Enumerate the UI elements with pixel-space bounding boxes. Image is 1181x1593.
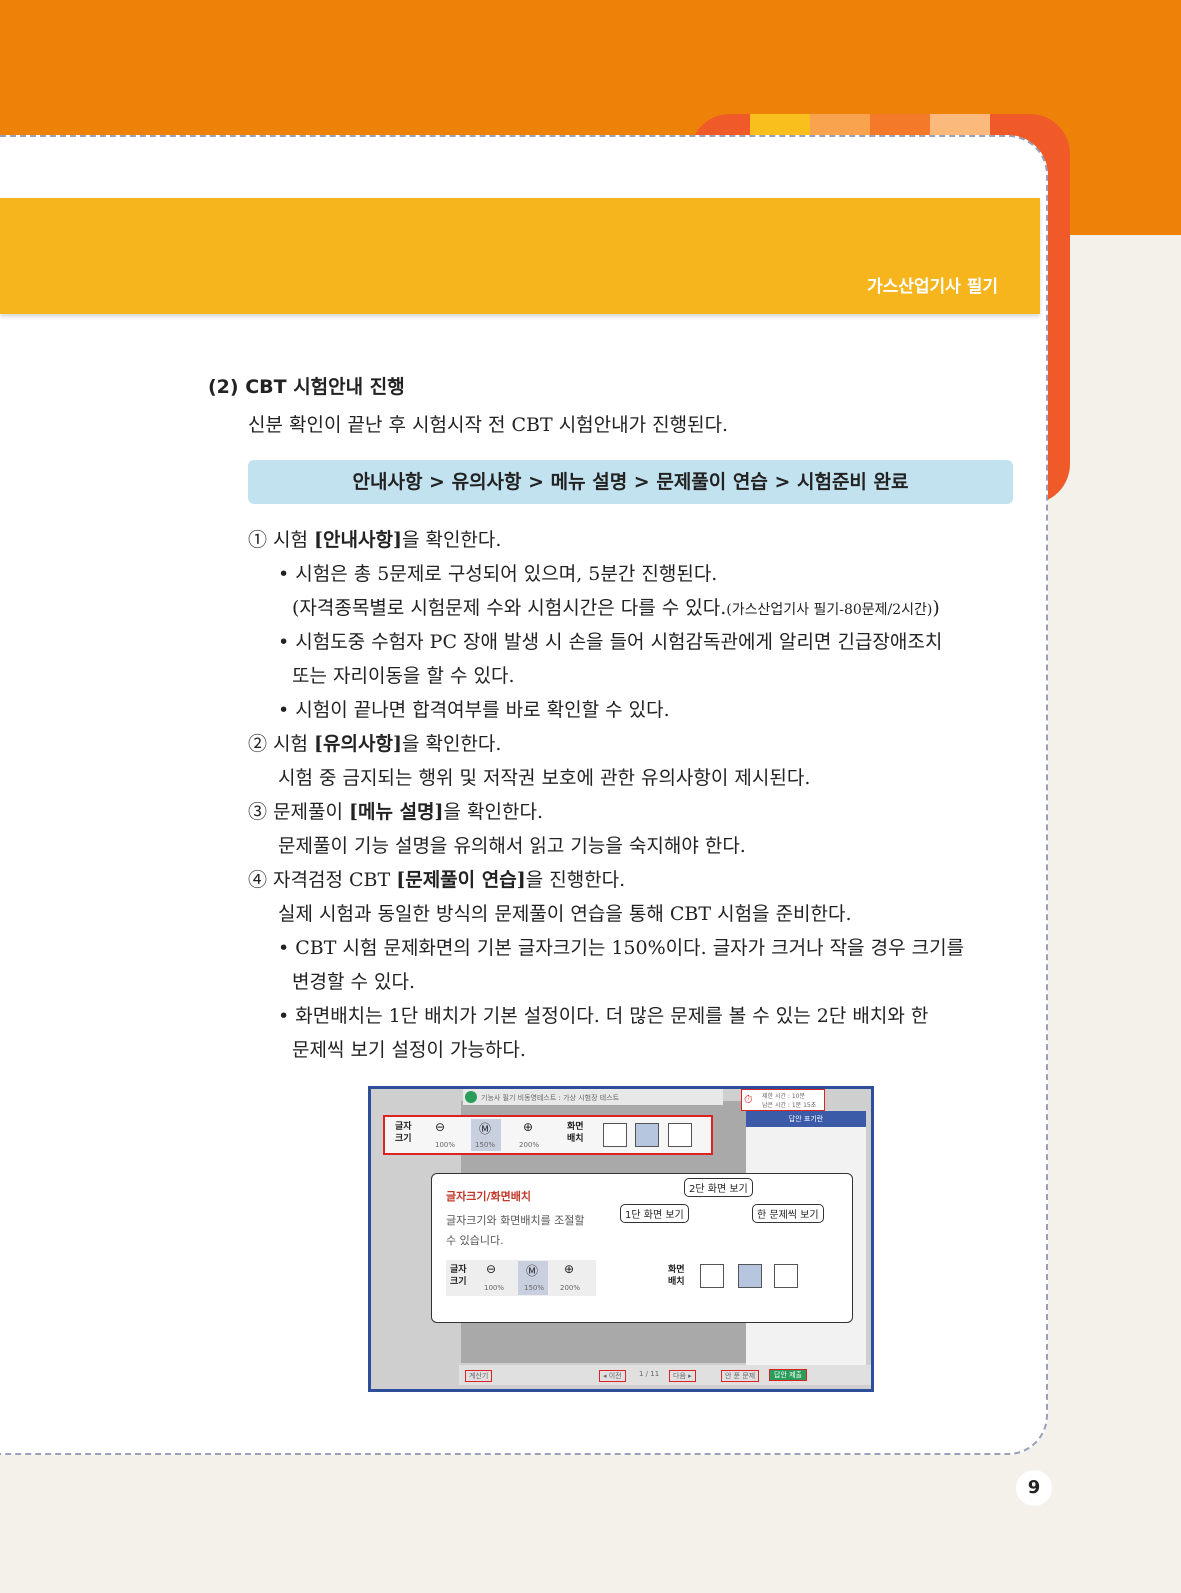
item-1-post: 을 확인한다. — [401, 529, 502, 551]
layout-2col-icon[interactable] — [635, 1123, 659, 1147]
app-icon — [465, 1091, 477, 1103]
clock-icon: ⏱ — [744, 1093, 753, 1106]
popup-font-size-toolbar: 글자 크기 ⊖ 100% Ⓜ 150% ⊕ 200% — [446, 1260, 596, 1296]
top-title: 기능사 필기 비동영테스트 : 가상 시험장 테스트 — [481, 1094, 620, 1102]
timer-limit: 제한 시간 : 10분 — [762, 1093, 805, 1100]
item-4-desc: 실제 시험과 동일한 방식의 문제풀이 연습을 통해 CBT 시험을 준비한다. — [278, 903, 852, 925]
callout-1col: 1단 화면 보기 — [620, 1204, 689, 1223]
zoom-150[interactable]: 150% — [475, 1141, 495, 1149]
zoom-in-icon[interactable]: ⊕ — [523, 1120, 533, 1134]
answer-panel-title: 답안 표기란 — [746, 1111, 866, 1127]
item-1: ① 시험 [안내사항]을 확인한다. — [248, 523, 501, 557]
item-3-pre: ③ 문제풀이 — [248, 801, 349, 823]
item-1-note-close: ) — [932, 597, 940, 619]
page-number: 9 — [1016, 1470, 1052, 1506]
item-4-post: 을 진행한다. — [525, 869, 626, 891]
item-1-note-small: (가스산업기사 필기-80문제/2시간) — [726, 602, 933, 618]
font-size-toolbar[interactable]: 글자 크기 ⊖ 100% Ⓜ 150% ⊕ 200% 화면 배치 — [383, 1115, 713, 1155]
timer-box: ⏱ 제한 시간 : 10분 남은 시간 : 1분 15초 — [741, 1089, 825, 1111]
popup-font-size-label: 글자 크기 — [450, 1265, 467, 1287]
item-4-bullet-1a: • CBT 시험 문제화면의 기본 글자크기는 150%이다. 글자가 크거나 … — [278, 937, 965, 959]
popup-desc-2: 수 있습니다. — [446, 1234, 504, 1247]
unsolved-button[interactable]: 안 푼 문제 — [721, 1370, 760, 1382]
item-2-pre: ② 시험 — [248, 733, 315, 755]
item-1-note-text: (자격종목별로 시험문제 수와 시험시간은 다를 수 있다. — [292, 597, 727, 619]
item-1-bullet-2a: • 시험도중 수험자 PC 장애 발생 시 손을 들어 시험감독관에게 알리면 … — [278, 631, 943, 653]
submit-button[interactable]: 답안 제출 — [769, 1369, 807, 1381]
item-2-post: 을 확인한다. — [401, 733, 502, 755]
flow-box: 안내사항 > 유의사항 > 메뉴 설명 > 문제풀이 연습 > 시험준비 완료 — [248, 460, 1013, 504]
top-title-bar: 기능사 필기 비동영테스트 : 가상 시험장 테스트 — [463, 1089, 723, 1105]
popup-zoom-in-icon: ⊕ — [564, 1262, 575, 1276]
layout-single-icon[interactable] — [668, 1123, 692, 1147]
font-size-label: 글자 크기 — [395, 1122, 412, 1144]
popup-zoom-150: 150% — [524, 1284, 545, 1292]
popup-desc-1: 글자크기와 화면배치를 조절할 — [446, 1214, 585, 1227]
zoom-normal-icon[interactable]: Ⓜ — [479, 1120, 491, 1137]
item-3: ③ 문제풀이 [메뉴 설명]을 확인한다. — [248, 795, 543, 829]
item-1-bold: [안내사항] — [314, 529, 402, 551]
popup-layout-2col-icon — [738, 1264, 762, 1288]
item-1-note: (자격종목별로 시험문제 수와 시험시간은 다를 수 있다.(가스산업기사 필기… — [292, 591, 940, 627]
popup-title: 글자크기/화면배치 — [446, 1190, 531, 1203]
item-2-bold: [유의사항] — [314, 733, 402, 755]
popup-zoom-out-icon: ⊖ — [486, 1262, 497, 1276]
header-bar: 가스산업기사 필기 — [0, 198, 1040, 314]
item-1-bullet-2b: 또는 자리이동을 할 수 있다. — [292, 665, 515, 687]
intro-text: 신분 확인이 끝난 후 시험시작 전 CBT 시험안내가 진행된다. — [248, 414, 729, 436]
item-3-post: 을 확인한다. — [443, 801, 543, 823]
zoom-out-icon[interactable]: ⊖ — [435, 1120, 445, 1134]
section-title: (2) CBT 시험안내 진행 — [208, 376, 405, 398]
item-4-bullet-1b: 변경할 수 있다. — [292, 971, 415, 993]
layout-label: 화면 배치 — [567, 1122, 584, 1144]
zoom-200[interactable]: 200% — [519, 1141, 539, 1149]
popup-zoom-200: 200% — [560, 1284, 581, 1292]
header-title: 가스산업기사 필기 — [866, 277, 998, 297]
layout-1col-icon[interactable] — [603, 1123, 627, 1147]
item-3-bold: [메뉴 설명] — [349, 801, 444, 823]
item-1-pre: ① 시험 — [248, 529, 315, 551]
item-4-bullet-2b: 문제씩 보기 설정이 가능하다. — [292, 1039, 526, 1061]
zoom-100[interactable]: 100% — [435, 1141, 455, 1149]
item-4-bullet-2a: • 화면배치는 1단 배치가 기본 설정이다. 더 많은 문제를 볼 수 있는 … — [278, 1005, 929, 1027]
prev-button[interactable]: ◂ 이전 — [599, 1370, 626, 1382]
popup-zoom-100: 100% — [484, 1284, 505, 1292]
callout-2col: 2단 화면 보기 — [684, 1178, 753, 1197]
item-4: ④ 자격검정 CBT [문제풀이 연습]을 진행한다. — [248, 863, 625, 897]
help-popup: 글자크기/화면배치 글자크기와 화면배치를 조절할 수 있습니다. 글자 크기 … — [431, 1173, 853, 1323]
item-2-desc: 시험 중 금지되는 행위 및 저작권 보호에 관한 유의사항이 제시된다. — [278, 767, 811, 789]
item-4-bold: [문제풀이 연습] — [396, 869, 526, 891]
page-indicator: 1 / 11 — [639, 1370, 660, 1378]
popup-zoom-normal-icon: Ⓜ — [526, 1264, 539, 1278]
timer-remaining: 남은 시간 : 1분 15초 — [762, 1102, 817, 1109]
next-button[interactable]: 다음 ▸ — [669, 1370, 696, 1382]
popup-layout-single-icon — [774, 1264, 798, 1288]
item-1-bullet-1: • 시험은 총 5문제로 구성되어 있으며, 5분간 진행된다. — [278, 563, 718, 585]
cbt-screenshot: 기능사 필기 비동영테스트 : 가상 시험장 테스트 ⏱ 제한 시간 : 10분… — [368, 1086, 874, 1392]
item-1-bullet-3: • 시험이 끝나면 합격여부를 바로 확인할 수 있다. — [278, 699, 670, 721]
popup-layout-1col-icon — [700, 1264, 724, 1288]
item-3-desc: 문제풀이 기능 설명을 유의해서 읽고 기능을 숙지해야 한다. — [278, 835, 746, 857]
popup-layout-label: 화면 배치 — [668, 1265, 685, 1287]
item-2: ② 시험 [유의사항]을 확인한다. — [248, 727, 501, 761]
item-4-pre: ④ 자격검정 CBT — [248, 869, 397, 891]
bottom-bar: 계산기 ◂ 이전 1 / 11 다음 ▸ 안 푼 문제 답안 제출 — [459, 1365, 871, 1385]
calculator-button[interactable]: 계산기 — [465, 1370, 493, 1382]
callout-single: 한 문제씩 보기 — [752, 1204, 824, 1223]
